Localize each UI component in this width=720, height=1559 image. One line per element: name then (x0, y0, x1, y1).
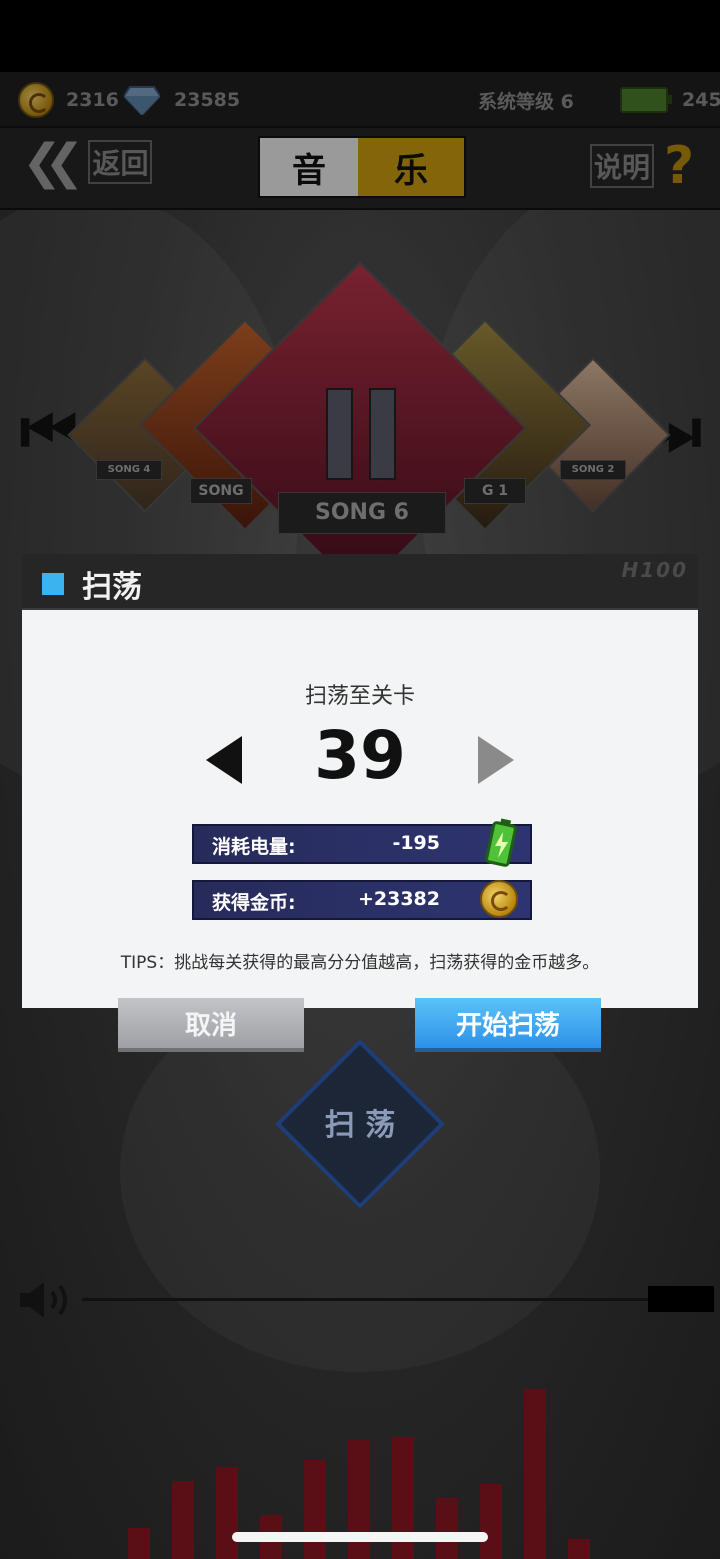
energy-cost-row: 消耗电量: -195 (192, 818, 532, 867)
volume-track[interactable] (82, 1298, 650, 1301)
coin-gain-row: 获得金币: +23382 (192, 880, 532, 920)
energy-cost-label: 消耗电量: (212, 836, 296, 858)
battery-icon (485, 818, 517, 867)
coin-gain-value: +23382 (357, 888, 440, 910)
equalizer-bar (216, 1467, 238, 1559)
equalizer-bar (568, 1539, 590, 1559)
equalizer-bar (172, 1481, 194, 1559)
tips-text: TIPS：挑战每关获得的最高分分值越高，扫荡获得的金币越多。 (120, 953, 600, 973)
sweep-to-label: 扫荡至关卡 (304, 684, 415, 709)
level-number: 39 (314, 717, 406, 794)
equalizer-bar (524, 1389, 546, 1559)
sweep-dialog: 扫荡 H100 扫荡至关卡 39 消耗电量: -195 获得金币: +23382 (22, 554, 698, 1052)
increase-level-arrow-icon[interactable] (478, 736, 514, 784)
game-screen: 2316 23585 系统等级 6 245 ❮❮ 返回 音 乐 说明 ? ⏮ ⏭… (0, 0, 720, 1559)
equalizer-bar (128, 1528, 150, 1559)
equalizer-bar (480, 1484, 502, 1559)
dialog-body: 扫荡至关卡 39 消耗电量: -195 获得金币: +23382 TIPS：挑战… (22, 610, 698, 1052)
sweep-button-label[interactable]: 扫 荡 (300, 1100, 420, 1144)
dialog-title: 扫荡 (82, 570, 142, 605)
equalizer-bar (436, 1498, 458, 1559)
dialog-header: 扫荡 H100 (22, 554, 698, 610)
speaker-icon[interactable] (18, 1280, 78, 1320)
title-marker-icon (42, 573, 64, 595)
energy-cost-value: -195 (392, 832, 440, 854)
header-decoration: H100 (621, 558, 688, 582)
cancel-button[interactable]: 取消 (118, 998, 304, 1052)
coin-gain-label: 获得金币: (212, 892, 296, 914)
home-indicator[interactable] (232, 1532, 488, 1542)
start-sweep-button[interactable]: 开始扫荡 (415, 998, 601, 1052)
volume-slider-handle[interactable] (648, 1286, 714, 1312)
coin-icon (480, 880, 518, 918)
equalizer-bar (304, 1460, 326, 1559)
status-bar (0, 0, 720, 72)
